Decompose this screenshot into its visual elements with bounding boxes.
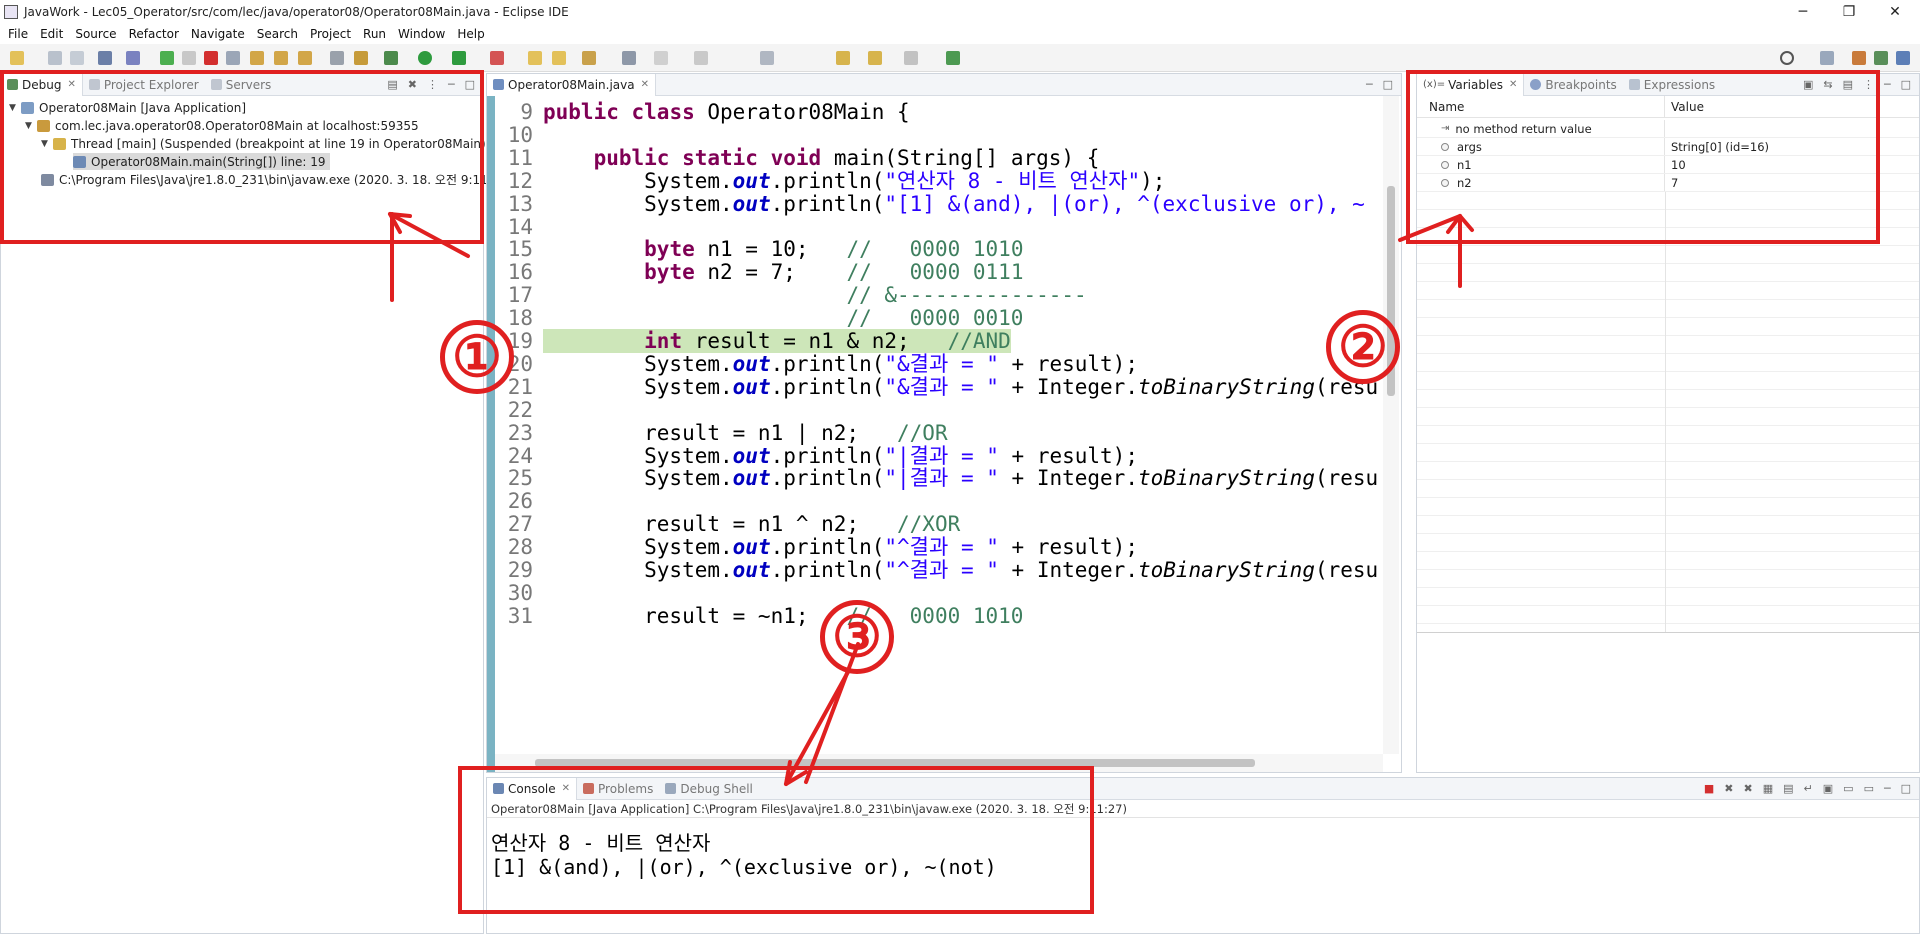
annotation-number-2: ②: [1326, 310, 1400, 384]
annotation-number-3: ③: [820, 600, 894, 674]
arrow-3-shaft: [784, 670, 850, 786]
arrow-1-shaft: [388, 212, 470, 258]
annotation-number-1: ①: [440, 320, 514, 394]
annotation-arrows: [388, 212, 1474, 786]
